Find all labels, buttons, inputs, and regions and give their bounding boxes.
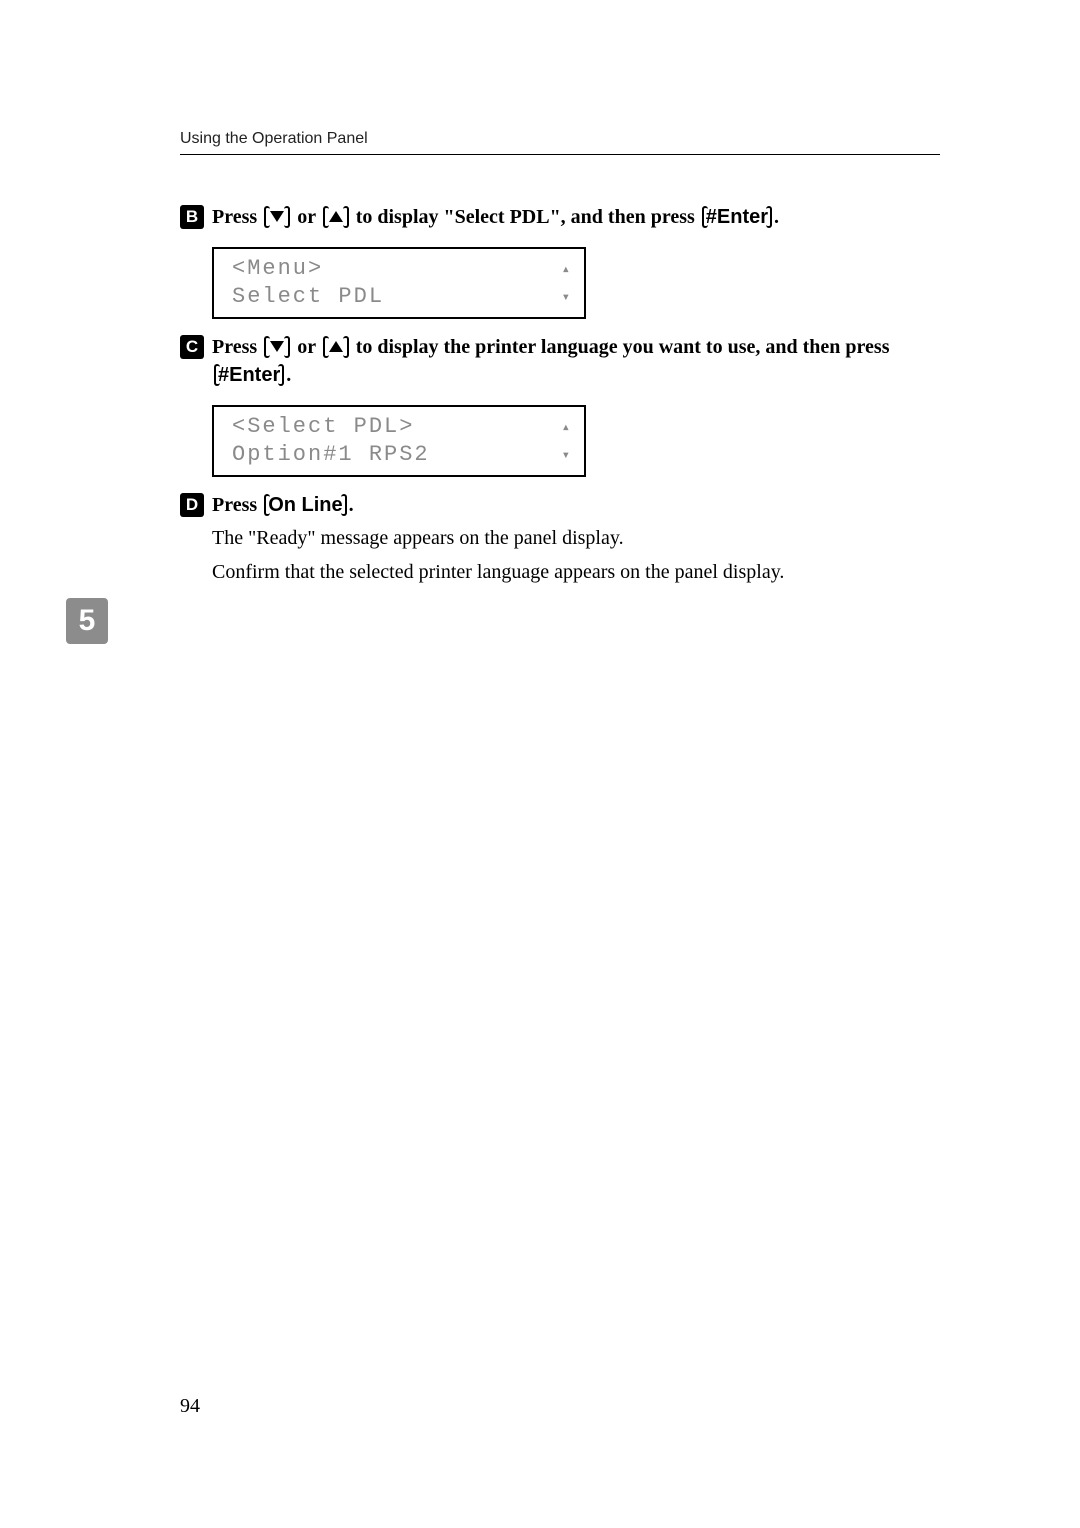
bracket-right-icon [278, 364, 284, 386]
press-label: Press [212, 206, 257, 228]
page-header: Using the Operation Panel [180, 130, 940, 155]
step-4-body: Press On Line. [212, 491, 940, 519]
bracket-right-icon [766, 206, 772, 228]
chapter-tab: 5 [66, 598, 108, 644]
press-label: Press [212, 494, 262, 516]
up-key [321, 206, 351, 228]
bracket-left-icon [214, 364, 220, 386]
down-key [262, 336, 292, 358]
or-label: or [297, 206, 321, 228]
step-number-badge-2: B [180, 205, 204, 229]
lcd-up-icon [556, 413, 572, 441]
or-label: or [297, 336, 321, 358]
press-label: Press [212, 336, 257, 358]
enter-key: #Enter [700, 206, 774, 228]
online-key-label: On Line [268, 494, 342, 516]
period: . [774, 206, 779, 228]
bracket-left-icon [264, 494, 270, 516]
lcd-display-2: <Select PDL> Option#1 RPS2 [212, 405, 586, 477]
lcd-line1: <Menu> [232, 256, 323, 282]
lcd-display-1: <Menu> Select PDL [212, 247, 586, 319]
step-4-line: D Press On Line. [180, 491, 940, 519]
step-2-tail: to display "Select PDL", and then press [356, 206, 700, 228]
bracket-right-icon [284, 336, 290, 358]
lcd-row: Select PDL [232, 283, 572, 311]
enter-key-label: #Enter [706, 206, 768, 228]
enter-key: #Enter [212, 364, 286, 386]
period: . [349, 494, 354, 516]
enter-key-label: #Enter [218, 364, 280, 386]
step-3-body: Press or to display the printer language… [212, 333, 940, 389]
step-4-para2: Confirm that the selected printer langua… [212, 557, 940, 587]
down-key [262, 206, 292, 228]
lcd-line2: Select PDL [232, 284, 384, 310]
bracket-right-icon [284, 206, 290, 228]
lcd-up-icon [556, 255, 572, 283]
step-4-para1: The "Ready" message appears on the panel… [212, 523, 940, 553]
bracket-right-icon [341, 494, 347, 516]
up-key [321, 336, 351, 358]
page-number: 94 [180, 1395, 200, 1418]
step-4: D Press On Line. The "Ready" message app… [180, 491, 940, 587]
lcd-down-icon [556, 441, 572, 469]
step-number-badge-3: C [180, 335, 204, 359]
online-key: On Line [262, 494, 348, 516]
step-3-line: C Press or to display the printer langua… [180, 333, 940, 389]
lcd-line2: Option#1 RPS2 [232, 442, 430, 468]
lcd-row: <Select PDL> [232, 413, 572, 441]
page: Using the Operation Panel B Press or to … [0, 0, 1080, 1528]
step-2: B Press or to display "Select PDL", and … [180, 203, 940, 319]
bracket-right-icon [343, 336, 349, 358]
period: . [286, 364, 291, 386]
bracket-left-icon [702, 206, 708, 228]
step-2-body: Press or to display "Select PDL", and th… [212, 203, 940, 231]
bracket-right-icon [343, 206, 349, 228]
step-2-line: B Press or to display "Select PDL", and … [180, 203, 940, 231]
step-3-tail: to display the printer language you want… [356, 336, 890, 358]
step-3: C Press or to display the printer langua… [180, 333, 940, 477]
lcd-row: <Menu> [232, 255, 572, 283]
lcd-row: Option#1 RPS2 [232, 441, 572, 469]
lcd-line1: <Select PDL> [232, 414, 414, 440]
step-number-badge-4: D [180, 493, 204, 517]
lcd-down-icon [556, 283, 572, 311]
